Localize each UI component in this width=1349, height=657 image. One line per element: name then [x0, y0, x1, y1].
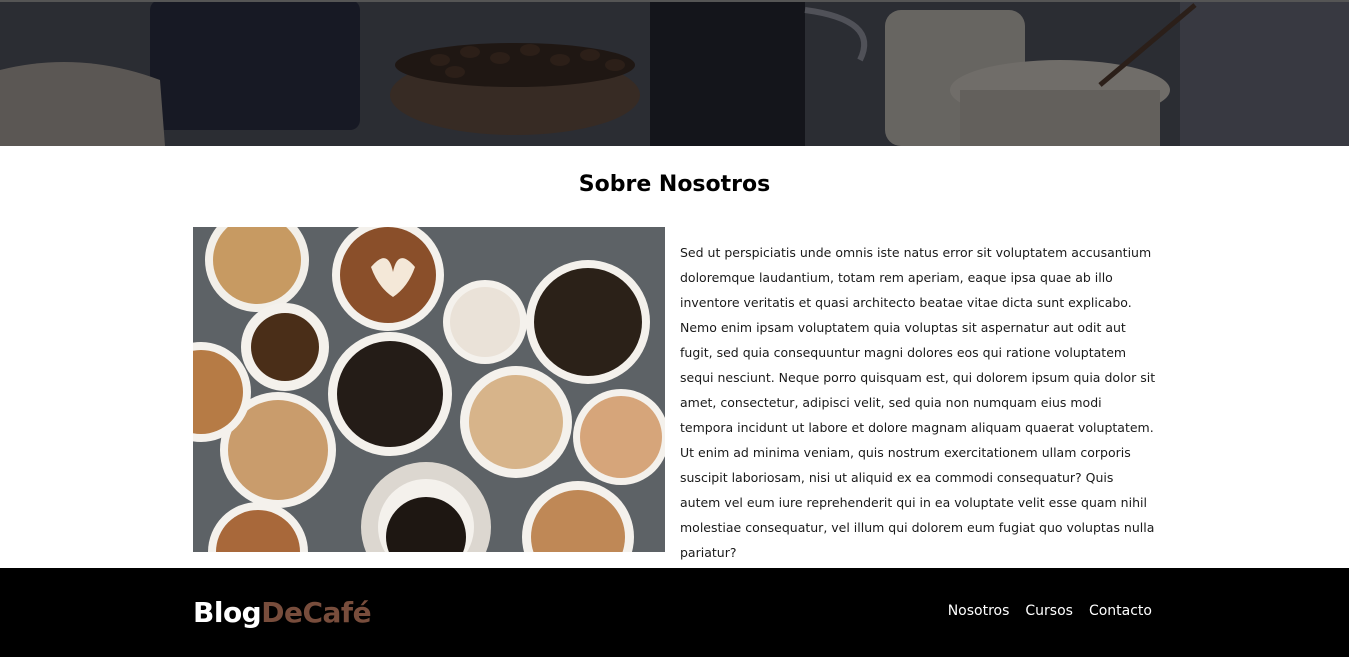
hero-coffee-scene: [0, 0, 1349, 146]
footer-nav: Nosotros Cursos Contacto: [948, 603, 1152, 619]
nav-link-cursos[interactable]: Cursos: [1025, 603, 1073, 619]
nav-link-contacto[interactable]: Contacto: [1089, 603, 1152, 619]
nav-link-nosotros[interactable]: Nosotros: [948, 603, 1010, 619]
site-logo[interactable]: BlogDeCafé: [193, 596, 372, 629]
coffee-cups-image: [193, 227, 665, 552]
hero-banner-image: [0, 0, 1349, 146]
section-title: Sobre Nosotros: [578, 172, 771, 197]
logo-text-blog: Blog: [193, 596, 262, 629]
about-paragraph: Sed ut perspiciatis unde omnis iste natu…: [680, 245, 1156, 560]
logo-text-decafe: DeCafé: [261, 596, 372, 629]
